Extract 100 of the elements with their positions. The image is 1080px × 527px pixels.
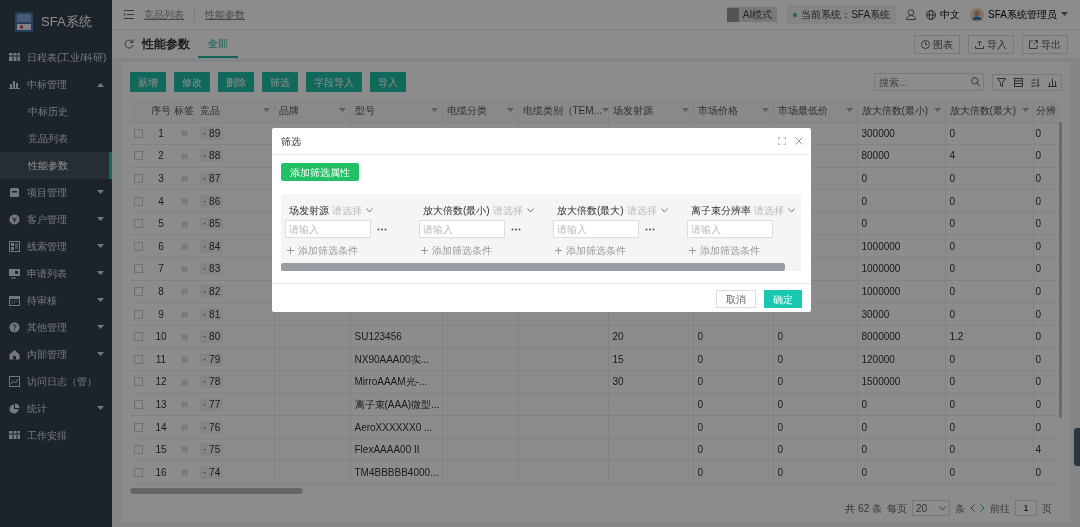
add-filter-button[interactable]: 添加筛选属性 (281, 163, 359, 181)
filter-icon[interactable] (997, 77, 1006, 87)
more-icon[interactable] (645, 227, 655, 231)
prev-page-icon[interactable] (970, 504, 975, 512)
next-page-icon[interactable] (980, 504, 985, 512)
value-input[interactable]: 请输入 (285, 220, 371, 238)
table-cell: 0 (777, 398, 784, 410)
more-icon[interactable] (377, 227, 387, 231)
column-header[interactable]: 场发射源 (612, 103, 653, 119)
table-cell: 0 (949, 466, 956, 478)
row-checkbox[interactable] (134, 219, 143, 229)
header-button[interactable]: 导出 (1022, 34, 1068, 54)
caret-icon (506, 108, 514, 114)
table-cell: MirroAAAM光-... (354, 376, 428, 388)
cancel-button[interactable]: 取消 (716, 290, 756, 308)
more-icon[interactable] (511, 227, 521, 231)
search-field[interactable]: 搜索... (874, 73, 984, 91)
bar-chart-icon[interactable] (1048, 77, 1057, 87)
column-header[interactable]: 市场价格 (697, 103, 738, 119)
row-checkbox[interactable] (134, 128, 143, 138)
action-button[interactable]: 删除 (218, 72, 254, 92)
sidebar-item[interactable]: 线索管理 (0, 233, 112, 260)
action-button[interactable]: 导入 (370, 72, 406, 92)
caret-icon (97, 244, 104, 249)
column-header[interactable]: 电缆分类 (446, 103, 487, 119)
row-checkbox[interactable] (134, 467, 143, 477)
sidebar-item[interactable]: 申请列表 (0, 260, 112, 287)
sidebar-item[interactable]: 访问日志（管） (0, 368, 112, 395)
horizontal-scrollbar[interactable] (130, 488, 303, 494)
action-button[interactable]: 修改 (174, 72, 210, 92)
row-checkbox[interactable] (134, 422, 143, 432)
row-checkbox[interactable] (134, 151, 143, 161)
table-cell: 0 (1035, 150, 1042, 162)
add-condition-button[interactable]: 添加筛选条件 (553, 243, 626, 258)
table-cell: 0 (949, 376, 956, 388)
column-header[interactable]: 电缆类别（TEM... (522, 103, 602, 119)
columns-icon[interactable] (1014, 77, 1023, 87)
user-menu[interactable]: SFA系统管理员 (970, 7, 1068, 22)
action-button[interactable]: 新增 (130, 72, 166, 92)
menu-icon[interactable] (124, 10, 134, 19)
action-button[interactable]: 筛选 (262, 72, 298, 92)
language-button[interactable]: 中文 (926, 7, 961, 22)
table-cell: · 82 (200, 284, 224, 298)
sort-icon[interactable] (1031, 77, 1040, 87)
sidebar-item[interactable]: 日程表(工业/科研) (0, 44, 112, 71)
sidebar-item[interactable]: 客户管理 (0, 206, 112, 233)
add-condition-button[interactable]: 添加筛选条件 (687, 243, 760, 258)
user-icon[interactable] (906, 9, 917, 20)
add-condition-button[interactable]: 添加筛选条件 (285, 243, 358, 258)
add-condition-button[interactable]: 添加筛选条件 (419, 243, 492, 258)
action-button[interactable]: 字段导入 (306, 72, 362, 92)
row-checkbox[interactable] (134, 354, 143, 364)
table-cell: AeroXXXXXX0 ... (354, 421, 433, 433)
column-header[interactable]: 型号 (354, 103, 375, 119)
table-cell: 0 (949, 127, 956, 139)
sidebar-item[interactable]: 项目管理 (0, 179, 112, 206)
row-checkbox[interactable] (134, 445, 143, 455)
column-header[interactable]: 市场最低价 (777, 103, 828, 119)
column-header[interactable]: 竞品 (200, 103, 220, 119)
side-tab[interactable] (1074, 428, 1080, 466)
search-icon[interactable] (971, 77, 980, 86)
confirm-button[interactable]: 确定 (764, 290, 802, 308)
sidebar-subitem[interactable]: 竞品列表 (0, 125, 112, 152)
row-checkbox[interactable] (134, 286, 143, 296)
sidebar-subitem[interactable]: 中标历史 (0, 98, 112, 125)
horizontal-scrollbar[interactable] (281, 263, 786, 271)
sidebar-subitem[interactable]: 性能参数 (0, 152, 112, 179)
row-checkbox[interactable] (134, 241, 143, 251)
value-input[interactable]: 请输入 (687, 220, 773, 238)
sidebar-item[interactable]: 统计 (0, 395, 112, 422)
row-checkbox[interactable] (134, 196, 143, 206)
page-size-select[interactable]: 20 (912, 500, 950, 516)
row-checkbox[interactable] (134, 264, 143, 274)
row-checkbox[interactable] (134, 377, 143, 387)
row-checkbox[interactable] (134, 332, 143, 342)
value-input[interactable]: 请输入 (553, 220, 639, 238)
table-cell: 1000000 (861, 263, 901, 275)
sidebar-item[interactable]: 其他管理 (0, 314, 112, 341)
sidebar-item[interactable]: 内部管理 (0, 341, 112, 368)
sidebar-item[interactable]: 待审核 (0, 287, 112, 314)
ai-mode-toggle[interactable]: AI模式 (726, 7, 778, 22)
tab[interactable]: 全部 (198, 30, 238, 58)
breadcrumb-link[interactable]: 性能参数 (205, 7, 245, 22)
column-header[interactable]: 品牌 (278, 103, 299, 119)
table-cell: · 86 (200, 194, 224, 208)
row-checkbox[interactable] (134, 309, 143, 319)
fullscreen-icon[interactable] (778, 137, 786, 145)
header-button[interactable]: 导入 (968, 34, 1014, 54)
page-input[interactable]: 1 (1015, 500, 1037, 516)
sidebar-item[interactable]: 工作安排 (0, 422, 112, 449)
row-checkbox[interactable] (134, 399, 143, 409)
header-button[interactable]: 图表 (914, 34, 960, 54)
sidebar-item[interactable]: 中标管理 (0, 71, 112, 98)
row-checkbox[interactable] (134, 174, 143, 183)
value-input[interactable]: 请输入 (419, 220, 505, 238)
refresh-icon[interactable] (124, 39, 134, 49)
column-header[interactable]: 序号 (151, 105, 171, 117)
table-cell: 0 (949, 308, 956, 320)
vertical-scrollbar[interactable] (1059, 122, 1062, 418)
close-icon[interactable] (795, 137, 803, 145)
